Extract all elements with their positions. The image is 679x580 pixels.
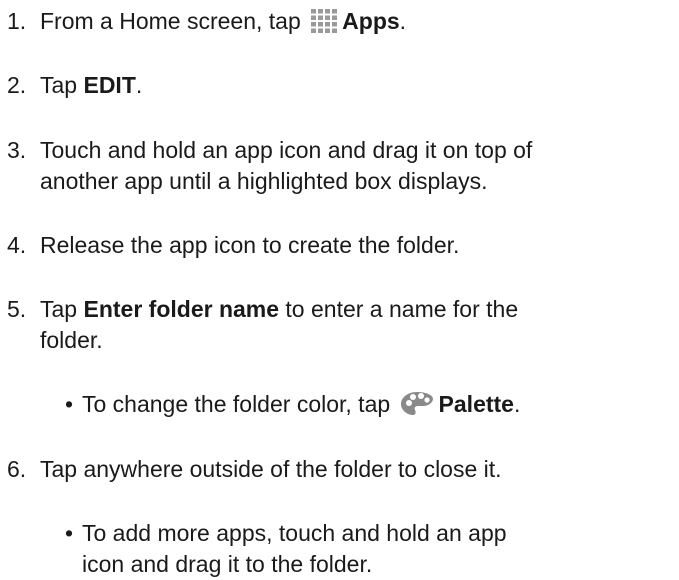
bullet-text-post: .	[513, 391, 521, 417]
bullet-text: To change the folder color, tap Palette.	[82, 389, 676, 420]
step-number: 4.	[7, 232, 27, 258]
bullet-mark: •	[65, 391, 74, 417]
step-text-line-2: folder.	[40, 327, 103, 353]
bullet-text-line-2: icon and drag it to the folder.	[82, 551, 373, 577]
apps-grid-dot	[332, 9, 338, 14]
step-number: 5.	[7, 296, 27, 322]
step-text-post: .	[399, 8, 407, 34]
bullet-mark: •	[65, 520, 74, 546]
step-text: Touch and hold an app icon and drag it o…	[40, 135, 676, 197]
apps-grid-dot	[311, 15, 317, 20]
step-number: 3.	[7, 137, 27, 163]
step-text-bold: Apps	[342, 8, 400, 34]
step-number: 2.	[7, 72, 27, 98]
step-text: Tap EDIT.	[40, 70, 676, 101]
apps-grid-dot	[318, 22, 324, 27]
step-text-line-2: another app until a highlighted box disp…	[40, 168, 488, 194]
apps-grid-dot	[318, 15, 324, 20]
bullet-text-pre: To change the folder color, tap	[82, 391, 397, 417]
bullet-text: To add more apps, touch and hold an app i…	[82, 518, 676, 580]
step-text: From a Home screen, tap Apps.	[40, 6, 676, 37]
step-text: Tap Enter folder name to enter a name fo…	[40, 294, 676, 356]
instructions-document: 1. From a Home screen, tap Apps. 2. Tap …	[0, 0, 679, 577]
step-text: Release the app icon to create the folde…	[40, 232, 460, 258]
apps-grid-dot	[311, 28, 317, 33]
step-text-post: .	[135, 72, 143, 98]
apps-grid-dot	[311, 9, 317, 14]
step-number: 1.	[7, 8, 27, 34]
bullet-text-line-1: To add more apps, touch and hold an app	[82, 520, 507, 546]
step-text-pre: Tap	[40, 72, 84, 98]
palette-icon	[399, 390, 435, 418]
apps-grid-dot	[325, 15, 331, 20]
apps-grid-icon	[309, 8, 339, 34]
apps-grid-dot	[332, 22, 338, 27]
step-text-pre: Tap	[40, 296, 84, 322]
step-text-bold: Enter folder name	[83, 296, 280, 322]
apps-grid-dot	[332, 15, 338, 20]
step-text: Tap anywhere outside of the folder to cl…	[40, 456, 502, 482]
step-text-bold: EDIT	[83, 72, 136, 98]
step-text-line-1: Touch and hold an app icon and drag it o…	[40, 137, 533, 163]
step-number: 6.	[7, 456, 27, 482]
step-text-post: to enter a name for the	[279, 296, 519, 322]
apps-grid-dot	[318, 9, 324, 14]
apps-grid-dot	[311, 22, 317, 27]
step-text-pre: From a Home screen, tap	[40, 8, 308, 34]
apps-grid-dot	[332, 28, 338, 33]
apps-grid-dot	[318, 28, 324, 33]
apps-grid-icon-graphic	[311, 9, 338, 33]
apps-grid-dot	[325, 22, 331, 27]
palette-icon-graphic	[400, 392, 433, 415]
apps-grid-dot	[325, 28, 331, 33]
bullet-text-bold: Palette	[438, 391, 514, 417]
apps-grid-dot	[325, 9, 331, 14]
